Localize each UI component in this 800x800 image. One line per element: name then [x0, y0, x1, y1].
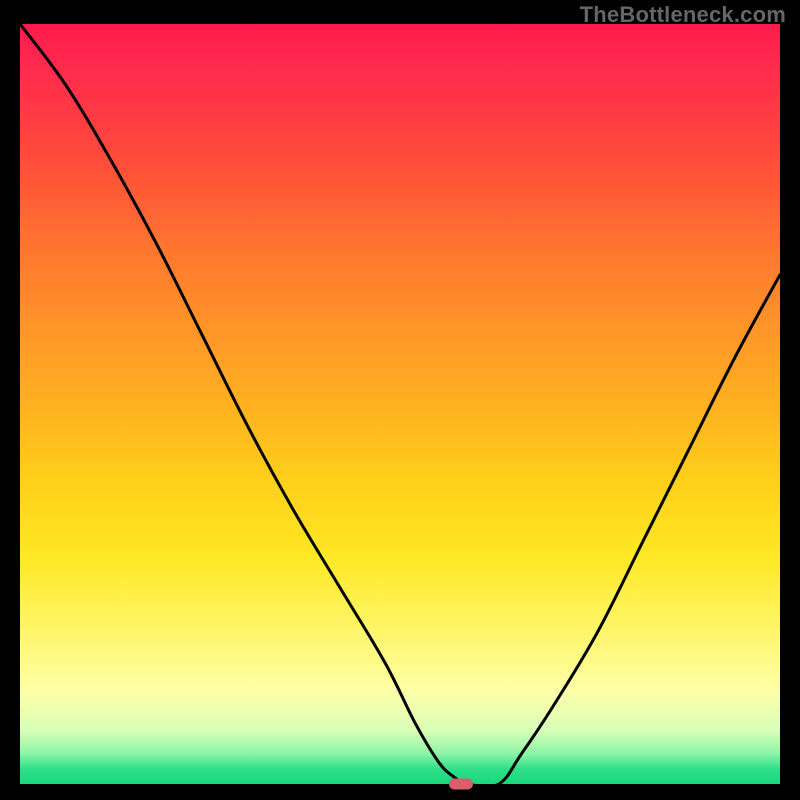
optimal-marker — [449, 779, 473, 790]
watermark-text: TheBottleneck.com — [580, 2, 786, 28]
bottleneck-curve — [20, 24, 780, 784]
chart-container: TheBottleneck.com — [0, 0, 800, 800]
plot-area — [20, 24, 780, 784]
